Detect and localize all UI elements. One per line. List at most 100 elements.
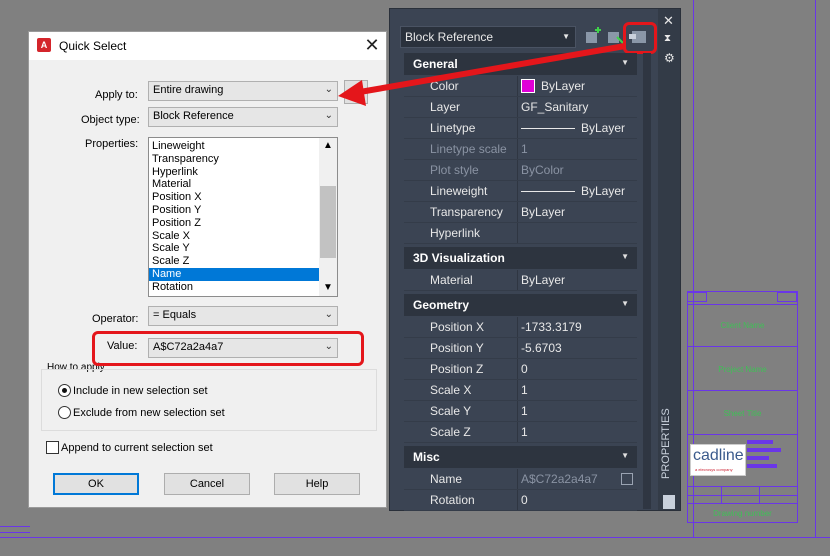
list-item[interactable]: Lineweight xyxy=(149,140,319,153)
property-row-hyperlink[interactable]: Hyperlink xyxy=(404,223,637,244)
section-title: Misc xyxy=(413,450,440,464)
list-item[interactable]: Scale Y xyxy=(149,242,319,255)
property-key: Transparency xyxy=(430,205,503,219)
property-key: Name xyxy=(430,472,463,486)
include-radio[interactable] xyxy=(58,384,71,397)
list-item[interactable]: Scale X xyxy=(149,230,319,243)
column-divider xyxy=(517,202,518,223)
logo-bars xyxy=(747,448,781,452)
object-type-dropdown[interactable]: Block Reference ⌄ xyxy=(148,107,338,127)
list-item[interactable]: Rotation xyxy=(149,281,319,294)
property-row-name[interactable]: Name A$C72a2a4a7 xyxy=(404,469,637,490)
section-title: 3D Visualization xyxy=(413,251,505,265)
list-item[interactable]: Transparency xyxy=(149,153,319,166)
exclude-label[interactable]: Exclude from new selection set xyxy=(73,407,225,419)
how-to-apply-group xyxy=(41,369,377,431)
model-line xyxy=(0,532,30,533)
list-item[interactable]: Position Y xyxy=(149,204,319,217)
list-item[interactable]: Hyperlink xyxy=(149,166,319,179)
property-value: ByLayer xyxy=(521,205,566,219)
properties-listbox[interactable]: Lineweight Transparency Hyperlink Materi… xyxy=(148,137,338,297)
section-header-3d-visualization[interactable]: 3D Visualization ▼ xyxy=(404,247,637,269)
list-item[interactable]: Position Z xyxy=(149,217,319,230)
property-row-material[interactable]: Material ByLayer xyxy=(404,270,637,291)
help-button[interactable]: Help xyxy=(274,473,360,495)
palette-properties-icon[interactable] xyxy=(663,495,675,509)
list-item[interactable]: Position X xyxy=(149,191,319,204)
collapse-arrow-icon: ▼ xyxy=(621,451,629,460)
property-row-linetype[interactable]: Linetype ByLayer xyxy=(404,118,637,139)
object-type-label: Object type: xyxy=(81,114,140,126)
linetype-preview xyxy=(521,191,575,192)
exclude-radio[interactable] xyxy=(58,406,71,419)
section-header-geometry[interactable]: Geometry ▼ xyxy=(404,294,637,316)
include-label[interactable]: Include in new selection set xyxy=(73,385,208,397)
close-icon[interactable]: ✕ xyxy=(663,13,674,29)
column-divider xyxy=(517,469,518,490)
callout-arrow xyxy=(338,43,626,106)
list-item[interactable]: Scale Z xyxy=(149,255,319,268)
property-row-linetype-scale[interactable]: Linetype scale 1 xyxy=(404,139,637,160)
scroll-up-icon[interactable]: ▲ xyxy=(319,138,337,154)
property-value: ByLayer xyxy=(581,184,626,198)
cancel-button[interactable]: Cancel xyxy=(164,473,250,495)
gear-icon[interactable]: ⚙ xyxy=(664,51,675,65)
collapse-arrow-icon: ▼ xyxy=(621,299,629,308)
operator-dropdown[interactable]: = Equals ⌄ xyxy=(148,306,338,326)
title-block-divider xyxy=(687,346,798,347)
ok-button[interactable]: OK xyxy=(53,473,139,495)
client-name-cell: Client Name xyxy=(720,321,765,330)
property-row-plot-style[interactable]: Plot style ByColor xyxy=(404,160,637,181)
property-row-transparency[interactable]: Transparency ByLayer xyxy=(404,202,637,223)
logo-text: cadline xyxy=(693,447,744,464)
section-header-misc[interactable]: Misc ▼ xyxy=(404,446,637,468)
property-row-scale-z[interactable]: Scale Z 1 xyxy=(404,422,637,443)
property-key: Material xyxy=(430,273,473,287)
property-row-position-x[interactable]: Position X -1733.3179 xyxy=(404,317,637,338)
drawing-area-bottom-left xyxy=(0,520,30,536)
title-block-divider xyxy=(687,390,798,391)
palette-side-label: PROPERTIES xyxy=(660,408,672,479)
chevron-down-icon: ⌄ xyxy=(324,309,333,320)
property-row-scale-y[interactable]: Scale Y 1 xyxy=(404,401,637,422)
cadline-logo: cadline a elecrosys company xyxy=(690,444,746,476)
palette-scrollbar[interactable] xyxy=(643,53,651,509)
logo-subtext: a elecrosys company xyxy=(695,467,733,472)
list-item[interactable]: Material xyxy=(149,178,319,191)
property-row-lineweight[interactable]: Lineweight ByLayer xyxy=(404,181,637,202)
column-divider xyxy=(517,422,518,443)
column-divider xyxy=(517,359,518,380)
column-divider xyxy=(517,118,518,139)
dialog-title: Quick Select xyxy=(59,39,127,53)
append-checkbox[interactable] xyxy=(46,441,59,454)
autohide-icon[interactable]: ⧗ xyxy=(664,33,671,44)
properties-list: Lineweight Transparency Hyperlink Materi… xyxy=(149,140,319,294)
property-row-position-z[interactable]: Position Z 0 xyxy=(404,359,637,380)
project-name-cell: Project Name xyxy=(718,365,767,374)
operator-value: = Equals xyxy=(153,309,197,321)
operator-label: Operator: xyxy=(92,313,139,325)
title-block-divider xyxy=(687,495,798,496)
property-key: Hyperlink xyxy=(430,226,481,240)
row-separator xyxy=(404,290,637,291)
property-value: 1 xyxy=(521,383,528,397)
title-block-divider xyxy=(759,487,760,503)
column-divider xyxy=(517,223,518,244)
property-value: A$C72a2a4a7 xyxy=(521,472,598,486)
apply-to-dropdown[interactable]: Entire drawing ⌄ xyxy=(148,81,338,101)
column-divider xyxy=(517,181,518,202)
block-edit-icon[interactable] xyxy=(621,473,633,485)
scroll-thumb[interactable] xyxy=(320,186,336,258)
properties-scrollbar[interactable]: ▲ ▼ xyxy=(319,138,337,296)
column-divider xyxy=(517,270,518,291)
property-row-rotation[interactable]: Rotation 0 xyxy=(404,490,637,511)
property-value: -5.6703 xyxy=(521,341,562,355)
property-key: Lineweight xyxy=(430,184,488,198)
list-item-selected[interactable]: Name xyxy=(149,267,319,281)
property-row-position-y[interactable]: Position Y -5.6703 xyxy=(404,338,637,359)
property-row-scale-x[interactable]: Scale X 1 xyxy=(404,380,637,401)
scroll-down-icon[interactable]: ▼ xyxy=(319,280,337,296)
property-value: 0 xyxy=(521,493,528,507)
column-divider xyxy=(517,139,518,160)
append-label[interactable]: Append to current selection set xyxy=(61,442,213,454)
